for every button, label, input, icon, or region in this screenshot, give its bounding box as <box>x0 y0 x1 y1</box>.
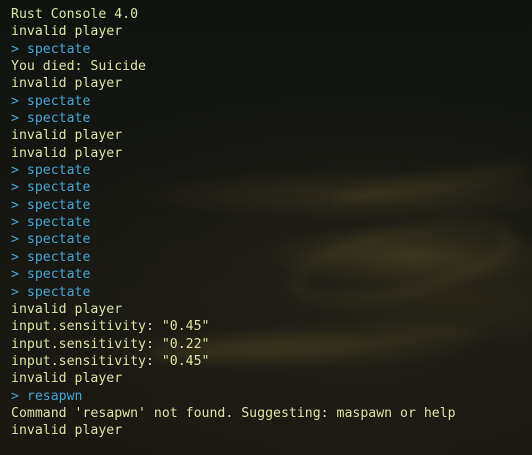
console-line-output: invalid player <box>11 24 123 40</box>
console-line-output: invalid player <box>11 301 123 317</box>
console-line-command: > spectate <box>11 111 91 127</box>
console-line-output: input.sensitivity: "0.45" <box>11 319 210 335</box>
console-line-output: Command 'resapwn' not found. Suggesting:… <box>11 405 456 421</box>
console-line-output: invalid player <box>11 371 123 387</box>
console-line-command: > spectate <box>11 163 91 179</box>
console-line-output: invalid player <box>11 128 123 144</box>
console-line-command: > spectate <box>11 284 91 300</box>
console-log: Rust Console 4.0 invalid player > specta… <box>11 6 528 451</box>
console-line-command: > spectate <box>11 41 91 57</box>
console-line-output: You died: Suicide <box>11 59 146 75</box>
console-line-command: > spectate <box>11 232 91 248</box>
console-line-command: > spectate <box>11 267 91 283</box>
console-line-output: invalid player <box>11 145 123 161</box>
console-line-title: Rust Console 4.0 <box>11 7 139 22</box>
console-line-command: > spectate <box>11 215 91 231</box>
console-line-command: > resapwn <box>11 388 83 404</box>
console-line-command: > spectate <box>11 197 91 213</box>
console-line-output: input.sensitivity: "0.45" <box>11 353 210 369</box>
console-line-output: invalid player <box>11 423 123 439</box>
console-line-command: > spectate <box>11 249 91 265</box>
console-line-command: > spectate <box>11 93 91 109</box>
console-line-command: > spectate <box>11 180 91 196</box>
console-line-output: invalid player <box>11 76 123 92</box>
console-line-output: input.sensitivity: "0.22" <box>11 336 210 352</box>
